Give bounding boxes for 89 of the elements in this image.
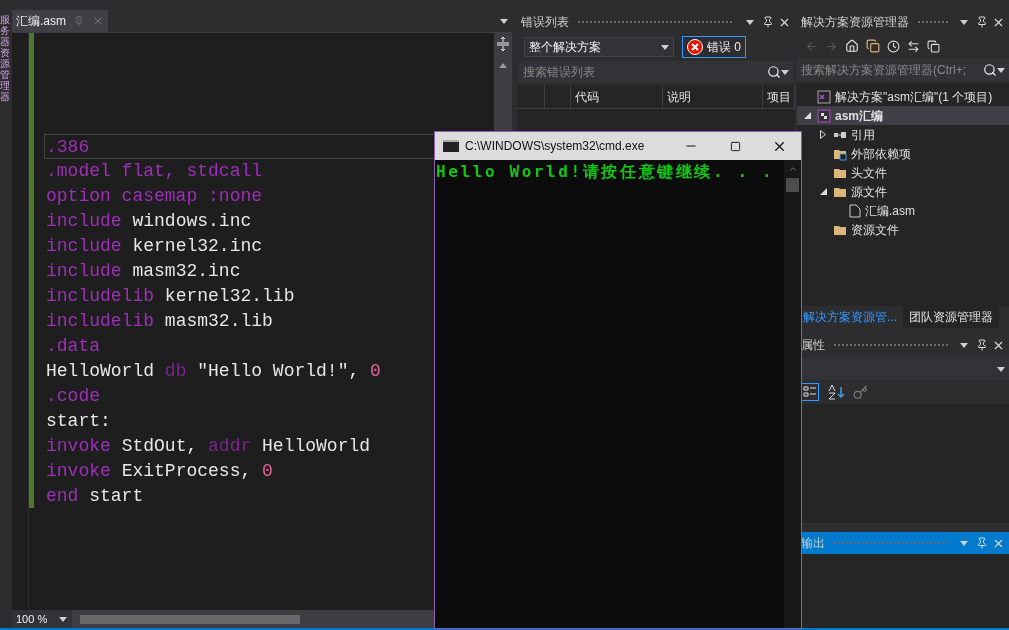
console-output: Hello World!请按任意键继续. . . xyxy=(436,161,776,183)
column-header[interactable]: 代码 xyxy=(571,85,663,108)
dropdown-caret-icon xyxy=(59,616,68,622)
key-icon[interactable] xyxy=(853,384,868,400)
code-line: .data xyxy=(46,336,100,356)
tree-label: 汇编.asm xyxy=(865,202,915,220)
file-icon xyxy=(849,203,861,218)
vertical-scrollbar[interactable] xyxy=(784,160,801,628)
categorized-icon[interactable] xyxy=(801,383,819,401)
dropdown-caret-icon xyxy=(997,366,1005,372)
maximize-icon xyxy=(729,140,741,152)
tree-label: 外部依赖项 xyxy=(851,145,911,163)
tree-item[interactable]: 解决方案"asm汇编"(1 个项目) xyxy=(797,87,1009,106)
view-switch-icon[interactable] xyxy=(866,39,880,53)
dropdown-caret-icon xyxy=(661,44,669,50)
code-line: include kernel32.inc xyxy=(46,236,263,256)
window-title: C:\WINDOWS\system32\cmd.exe xyxy=(465,138,646,155)
pin-button[interactable] xyxy=(976,339,988,351)
history-icon[interactable] xyxy=(887,39,900,53)
search-input[interactable]: 搜索解决方案资源管理器(Ctrl+; xyxy=(801,61,983,79)
search-input[interactable]: 搜索错误列表 xyxy=(523,63,767,81)
side-tab-label[interactable]: 服务器资源管理器 xyxy=(0,14,10,102)
code-line: HelloWorld db "Hello World!", 0 xyxy=(46,361,381,381)
horizontal-scrollbar[interactable] xyxy=(80,614,300,624)
tree-item[interactable]: 引用 xyxy=(797,125,1009,144)
tab-title: 汇编.asm xyxy=(16,13,66,30)
error-icon xyxy=(687,39,703,55)
scroll-up-icon[interactable] xyxy=(499,63,507,68)
code-line: include masm32.inc xyxy=(46,261,241,281)
tree-item[interactable]: asm汇编 xyxy=(797,106,1009,125)
scroll-up-icon[interactable] xyxy=(787,164,798,174)
tree-item[interactable]: 外部依赖项 xyxy=(797,144,1009,163)
tree-item[interactable]: 资源文件 xyxy=(797,220,1009,239)
zoom-dropdown[interactable]: 100 % xyxy=(12,610,72,628)
expanded-arrow-icon[interactable] xyxy=(819,188,827,195)
pin-button[interactable] xyxy=(762,16,774,28)
dropdown-caret-icon xyxy=(960,540,968,546)
tree-label: 资源文件 xyxy=(851,221,899,239)
dropdown-caret-icon xyxy=(746,19,754,25)
panel-title: 错误列表 xyxy=(521,14,569,31)
tree-label: 引用 xyxy=(851,126,875,144)
code-line: end start xyxy=(46,486,144,506)
search-field[interactable]: 搜索解决方案资源管理器(Ctrl+; xyxy=(797,59,1009,81)
code-line: includelib kernel32.lib xyxy=(46,286,295,306)
column-header[interactable]: 项目 xyxy=(763,85,795,108)
console-icon xyxy=(443,140,459,152)
code-line: start: xyxy=(46,411,111,431)
scope-dropdown[interactable]: 整个解决方案 xyxy=(524,37,674,57)
expanded-arrow-icon[interactable] xyxy=(803,112,811,119)
scrollbar-thumb[interactable] xyxy=(786,178,799,192)
search-icon[interactable] xyxy=(983,63,997,77)
tree-label: asm汇编 xyxy=(835,107,884,125)
tree-item[interactable]: 汇编.asm xyxy=(797,201,1009,220)
project-icon xyxy=(817,108,831,123)
tree-label: 源文件 xyxy=(851,183,887,201)
search-icon[interactable] xyxy=(767,65,781,79)
code-line: invoke ExitProcess, 0 xyxy=(46,461,273,481)
dropdown-caret-icon xyxy=(960,19,968,25)
search-field[interactable]: 搜索错误列表 xyxy=(519,61,793,83)
alphabetical-icon[interactable] xyxy=(827,384,845,400)
column-header[interactable]: 说明 xyxy=(663,85,763,108)
code-line: .386 xyxy=(46,137,90,157)
panel-tab[interactable]: 解决方案资源管... xyxy=(797,306,903,328)
tree-item[interactable]: 头文件 xyxy=(797,163,1009,182)
pin-button[interactable] xyxy=(976,16,988,28)
panel-title: 属性 xyxy=(801,337,825,354)
code-line: .model flat, stdcall xyxy=(46,161,263,181)
tree-label: 头文件 xyxy=(851,164,887,182)
code-line: option casemap :none xyxy=(46,186,263,206)
tab-list-caret-icon xyxy=(500,19,508,24)
errors-filter-button[interactable]: 错误 0 xyxy=(682,36,746,58)
sync-icon[interactable] xyxy=(907,39,920,53)
split-icon[interactable] xyxy=(497,37,509,51)
panel-title: 解决方案资源管理器 xyxy=(801,14,909,31)
code-line: includelib masm32.lib xyxy=(46,311,273,331)
tree-label: 解决方案"asm汇编"(1 个项目) xyxy=(835,88,993,106)
home-icon[interactable] xyxy=(845,39,859,53)
dropdown-caret-icon xyxy=(960,342,968,348)
panel-title: 输出 xyxy=(801,535,825,552)
code-line: .code xyxy=(46,386,100,406)
panel-tab[interactable]: 团队资源管理器 xyxy=(903,306,999,328)
code-line: include windows.inc xyxy=(46,211,252,231)
collapsed-arrow-icon[interactable] xyxy=(820,130,826,139)
dropdown-caret-icon xyxy=(781,69,789,75)
tree-item[interactable]: 源文件 xyxy=(797,182,1009,201)
dropdown-caret-icon xyxy=(997,67,1005,73)
collapse-all-icon[interactable] xyxy=(927,39,940,53)
solution-icon xyxy=(817,89,831,104)
code-line: invoke StdOut, addr HelloWorld xyxy=(46,436,371,456)
